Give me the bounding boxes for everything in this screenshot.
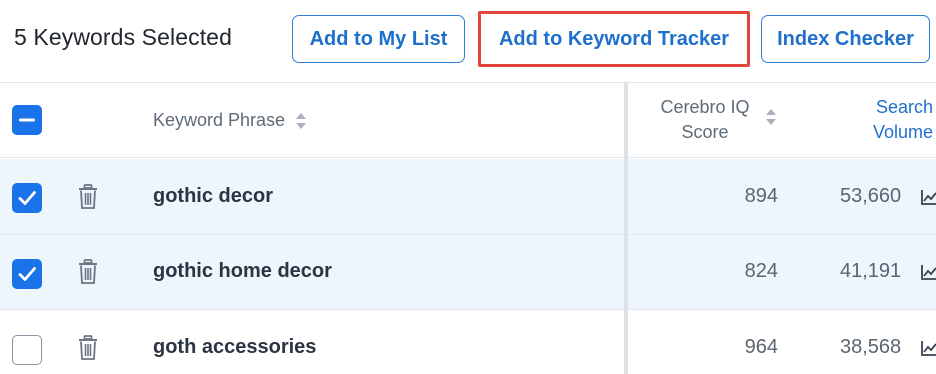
add-to-my-list-button[interactable]: Add to My List: [292, 15, 465, 63]
trash-icon[interactable]: [78, 335, 98, 361]
keyword-phrase: gothic home decor: [153, 260, 332, 282]
search-volume: 38,568: [840, 336, 902, 358]
cerebro-iq-score: 964: [744, 336, 778, 358]
selected-count-label: 5 Keywords Selected: [14, 24, 232, 50]
cerebro-iq-score: 824: [744, 260, 778, 282]
search-volume: 41,191: [840, 260, 902, 282]
column-divider[interactable]: [624, 82, 628, 374]
add-to-keyword-tracker-button[interactable]: Add to Keyword Tracker: [482, 15, 746, 63]
trend-chart-icon[interactable]: [920, 188, 936, 206]
table-row[interactable]: gothic home decor 824 41,191: [0, 235, 936, 310]
trash-icon[interactable]: [78, 259, 98, 285]
checkbox-checked-icon: [18, 267, 36, 281]
row-checkbox[interactable]: [12, 259, 42, 289]
checkbox-checked-icon: [18, 191, 36, 205]
cerebro-iq-header-line1: Cerebro IQ: [660, 97, 750, 117]
keyword-phrase-header[interactable]: Keyword Phrase: [153, 110, 307, 131]
bulk-actions-toolbar: 5 Keywords Selected Add to My List Add t…: [0, 0, 936, 82]
row-checkbox[interactable]: [12, 335, 42, 365]
index-checker-button[interactable]: Index Checker: [761, 15, 930, 63]
search-volume-header[interactable]: Search Volume: [855, 95, 933, 145]
cerebro-iq-header-line2: Score: [681, 122, 729, 142]
select-all-checkbox[interactable]: [12, 105, 42, 135]
table-row[interactable]: gothic decor 894 53,660: [0, 159, 936, 235]
sort-icon[interactable]: [765, 107, 777, 127]
search-volume-header-line2: Volume: [872, 122, 933, 142]
sort-icon[interactable]: [295, 111, 307, 131]
keywords-table: Keyword Phrase Cerebro IQ Score Search V…: [0, 82, 936, 374]
keyword-phrase: goth accessories: [153, 336, 317, 358]
cerebro-iq-score: 894: [744, 185, 778, 207]
table-header-row: Keyword Phrase Cerebro IQ Score Search V…: [0, 83, 936, 158]
search-volume: 53,660: [840, 185, 902, 207]
row-checkbox[interactable]: [12, 183, 42, 213]
trend-chart-icon[interactable]: [920, 263, 936, 281]
trend-chart-icon[interactable]: [920, 339, 936, 357]
keyword-phrase: gothic decor: [153, 185, 274, 207]
trash-icon[interactable]: [78, 184, 98, 210]
keyword-phrase-header-label: Keyword Phrase: [153, 110, 286, 130]
table-row[interactable]: goth accessories 964 38,568: [0, 311, 936, 374]
checkbox-indeterminate-icon: [19, 118, 35, 122]
search-volume-header-line1: Search: [875, 97, 933, 117]
cerebro-iq-header[interactable]: Cerebro IQ Score: [650, 95, 760, 145]
